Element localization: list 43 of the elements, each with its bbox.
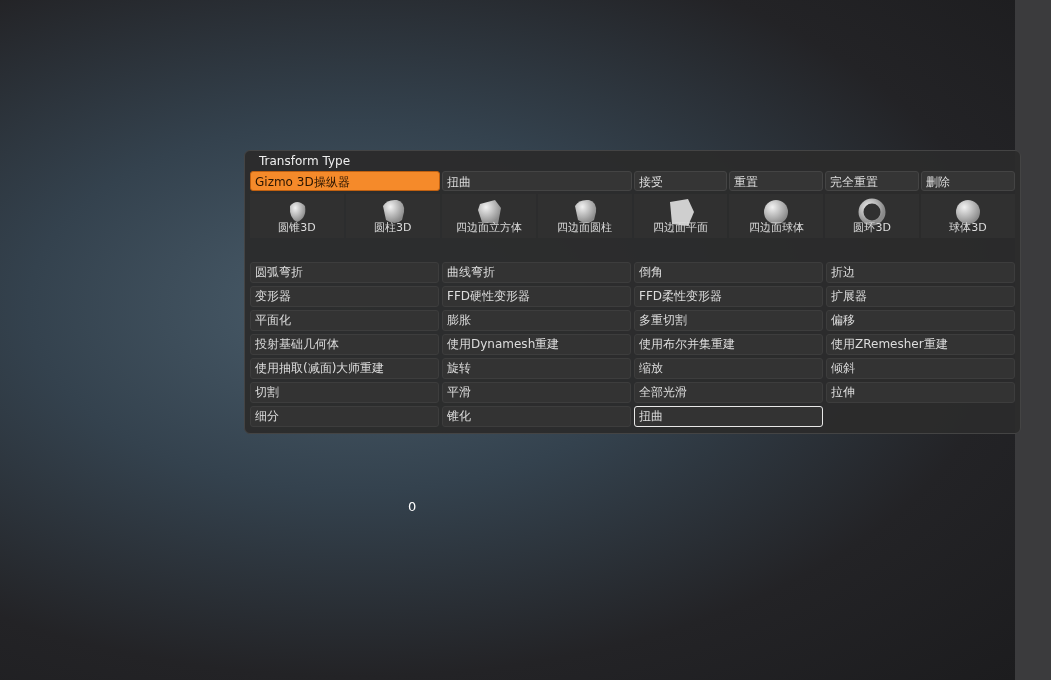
primitive-button[interactable]: 四边面圆柱 (537, 194, 632, 238)
transform-item[interactable]: 使用Dynamesh重建 (442, 334, 631, 355)
transform-item[interactable]: 多重切割 (634, 310, 823, 331)
primitive-button[interactable]: 四边面球体 (729, 194, 824, 238)
transform-item[interactable]: 扭曲 (634, 406, 823, 427)
transform-item[interactable]: 扩展器 (826, 286, 1015, 307)
primitive-button[interactable]: 四边面立方体 (441, 194, 536, 238)
transform-item[interactable]: 拉伸 (826, 382, 1015, 403)
action-button[interactable]: 扭曲 (441, 171, 632, 191)
readout-text: 0 (408, 498, 417, 516)
primitive-button[interactable]: 圆环3D (825, 194, 920, 238)
transform-item[interactable]: 全部光滑 (634, 382, 823, 403)
transform-item[interactable]: 变形器 (250, 286, 439, 307)
primitive-button[interactable]: 四边面平面 (633, 194, 728, 238)
action-button[interactable]: 重置 (729, 171, 824, 191)
transform-item[interactable]: 投射基础几何体 (250, 334, 439, 355)
action-button[interactable]: 接受 (633, 171, 728, 191)
action-button[interactable]: Gizmo 3D操纵器 (250, 171, 440, 191)
transform-item[interactable]: FFD柔性变形器 (634, 286, 823, 307)
panel-title: Transform Type (258, 153, 352, 170)
action-button[interactable]: 删除 (921, 171, 1015, 191)
transform-item[interactable]: 使用ZRemesher重建 (826, 334, 1015, 355)
transform-item[interactable]: 曲线弯折 (442, 262, 631, 283)
transform-item[interactable]: 旋转 (442, 358, 631, 379)
transform-item[interactable]: 折边 (826, 262, 1015, 283)
transform-item[interactable]: 倾斜 (826, 358, 1015, 379)
primitive-button[interactable]: 圆柱3D (345, 194, 440, 238)
transform-item[interactable]: 使用抽取(减面)大师重建 (250, 358, 439, 379)
transform-item[interactable]: 平滑 (442, 382, 631, 403)
transform-item[interactable]: 细分 (250, 406, 439, 427)
primitive-button[interactable]: 球体3D (921, 194, 1015, 238)
transform-item[interactable]: 平面化 (250, 310, 439, 331)
transform-item[interactable]: 使用布尔并集重建 (634, 334, 823, 355)
transform-item[interactable]: 切割 (250, 382, 439, 403)
transform-item[interactable]: 缩放 (634, 358, 823, 379)
transform-item[interactable]: 偏移 (826, 310, 1015, 331)
transform-item[interactable]: 锥化 (442, 406, 631, 427)
action-button[interactable]: 完全重置 (825, 171, 920, 191)
transform-item[interactable]: 倒角 (634, 262, 823, 283)
transform-item[interactable]: FFD硬性变形器 (442, 286, 631, 307)
primitive-button[interactable]: 圆锥3D (250, 194, 344, 238)
transform-item[interactable]: 膨胀 (442, 310, 631, 331)
transform-item[interactable]: 圆弧弯折 (250, 262, 439, 283)
